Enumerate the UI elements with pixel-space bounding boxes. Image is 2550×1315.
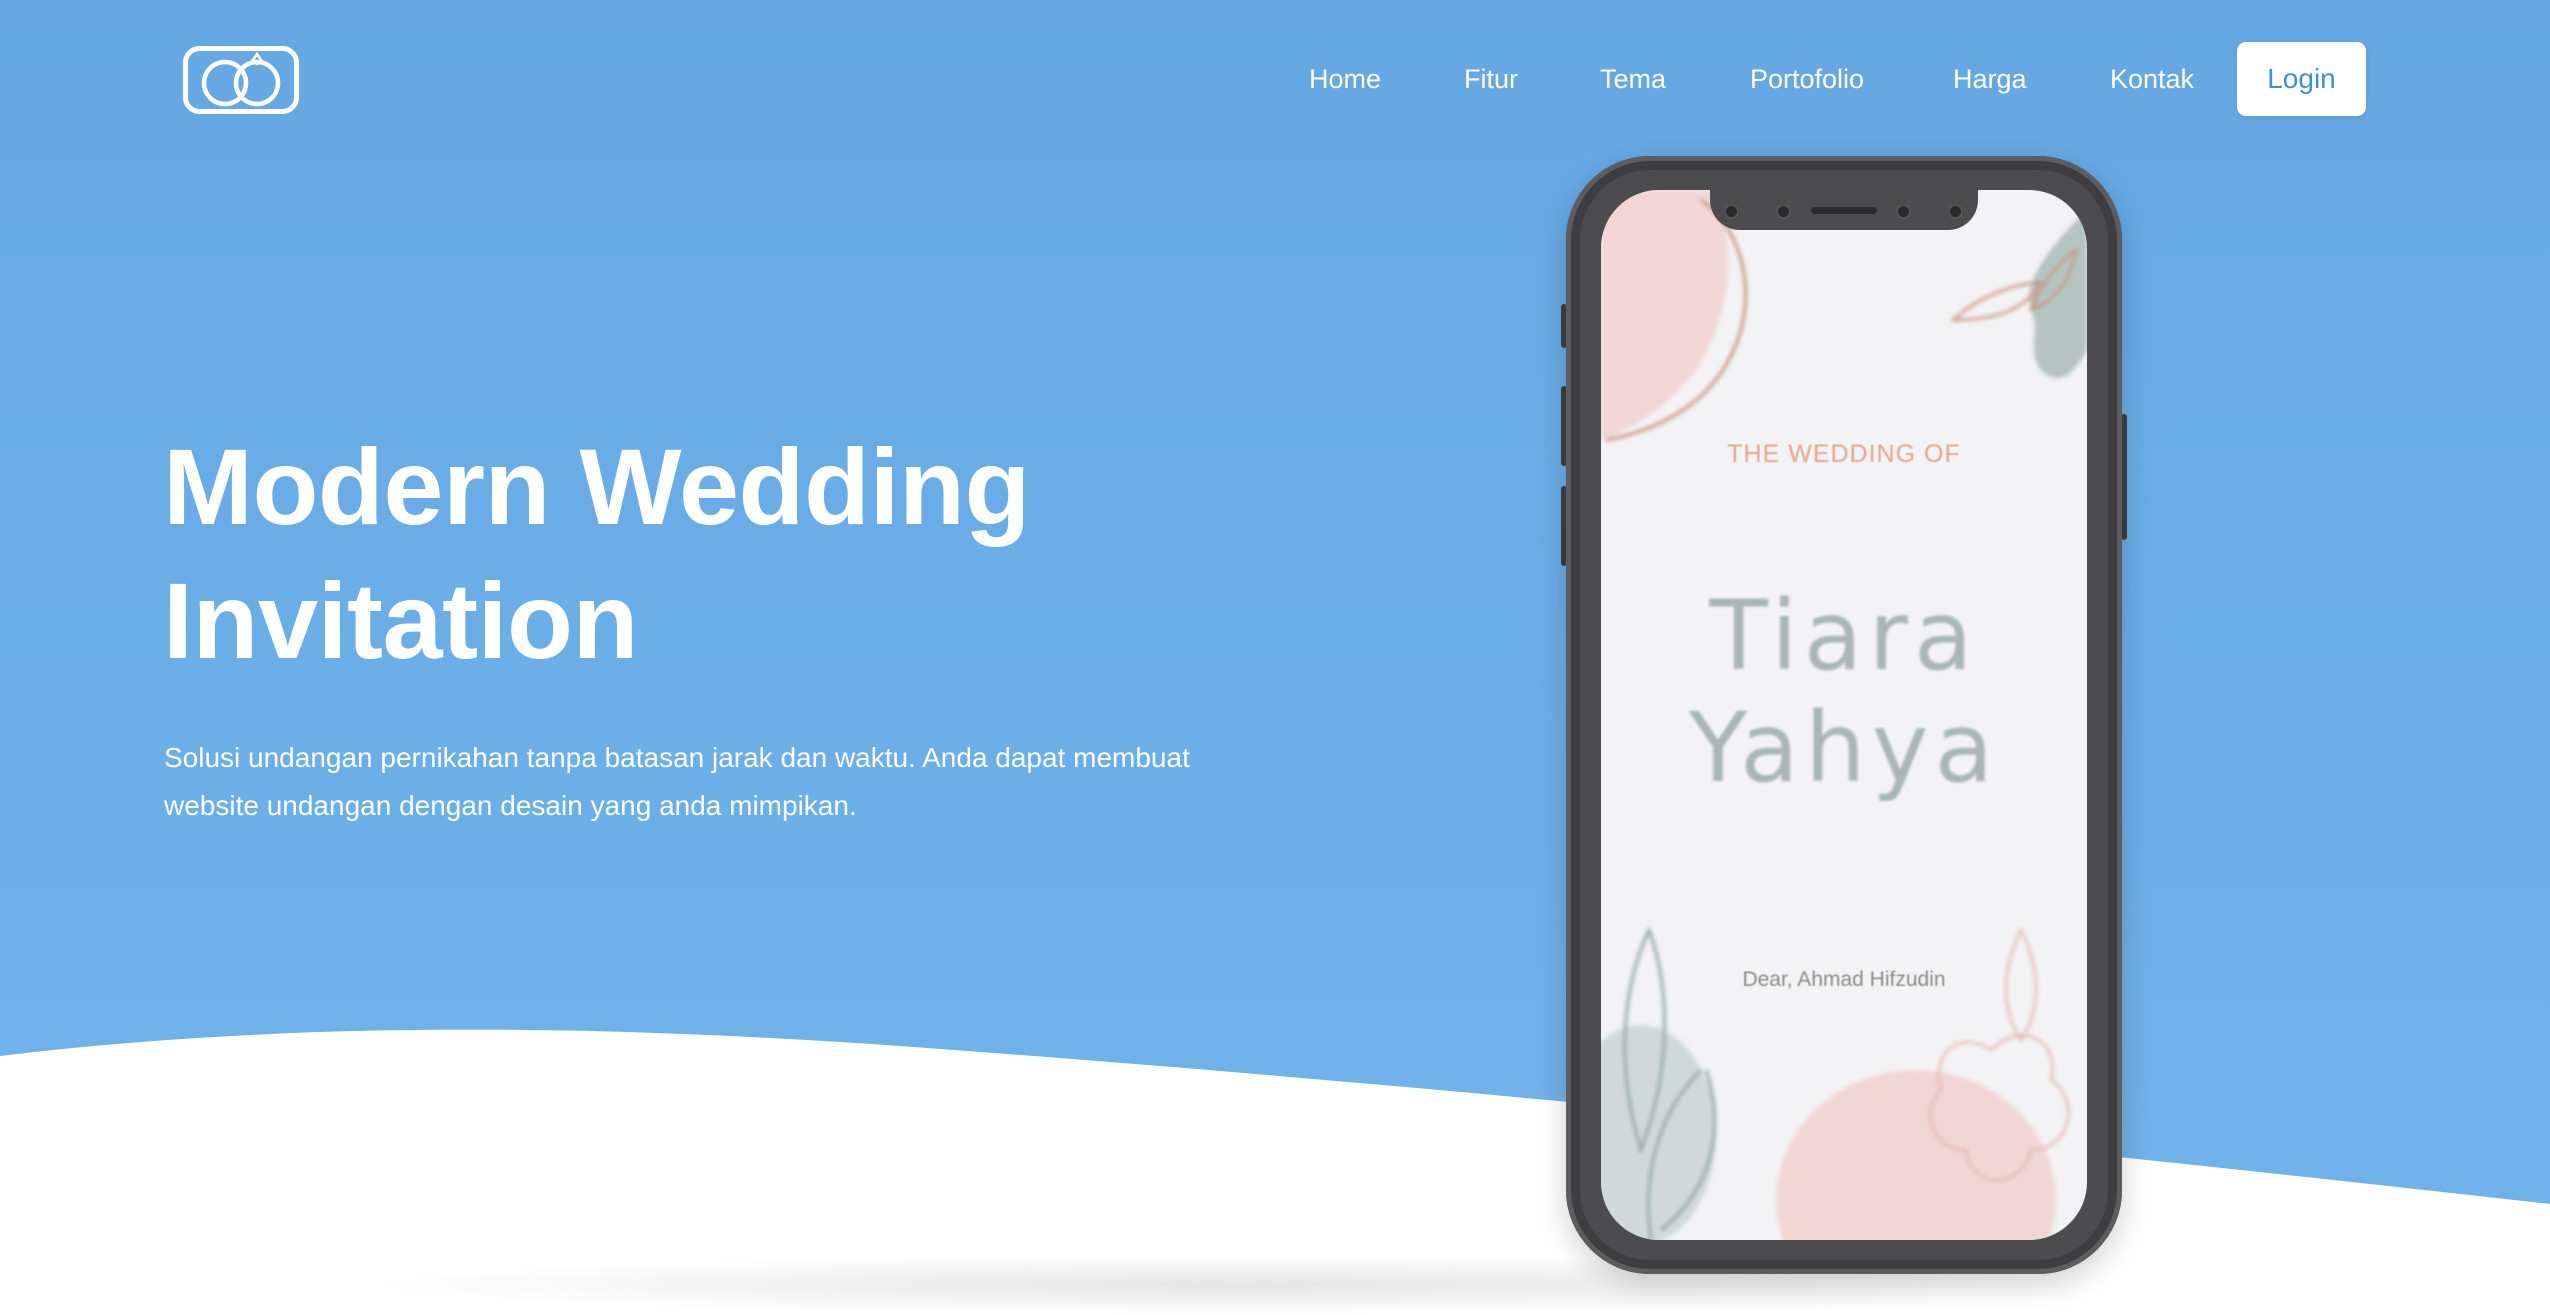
hero-subtitle-line-2: website undangan dengan desain yang anda… bbox=[164, 790, 857, 821]
invitation-name-1: Tiara bbox=[1709, 580, 1979, 692]
rings-logo-icon[interactable] bbox=[183, 46, 299, 114]
phone-notch bbox=[1710, 190, 1978, 230]
hero-title-line-1: Modern Wedding bbox=[163, 426, 1030, 547]
nav-kontak[interactable]: Kontak bbox=[2110, 42, 2194, 116]
front-camera-icon bbox=[1896, 204, 1911, 219]
sensor-dot-icon bbox=[1948, 204, 1963, 219]
nav-fitur[interactable]: Fitur bbox=[1464, 42, 1518, 116]
sensor-dot-icon bbox=[1776, 204, 1791, 219]
hero-title-line-2: Invitation bbox=[163, 560, 639, 681]
hero-subtitle-line-1: Solusi undangan pernikahan tanpa batasan… bbox=[164, 742, 1190, 773]
nav-tema[interactable]: Tema bbox=[1600, 42, 1666, 116]
phone-mockup: THE WEDDING OF Tiara Yahya Dear, Ahmad H… bbox=[1561, 156, 2127, 1274]
nav-harga[interactable]: Harga bbox=[1953, 42, 2027, 116]
hero-title: Modern Wedding Invitation bbox=[163, 420, 1163, 688]
phone-speaker-grille bbox=[1811, 207, 1877, 214]
hero-subtitle: Solusi undangan pernikahan tanpa batasan… bbox=[164, 734, 1264, 830]
invitation-eyebrow: THE WEDDING OF bbox=[1727, 440, 1961, 468]
nav-portofolio[interactable]: Portofolio bbox=[1750, 42, 1864, 116]
login-button[interactable]: Login bbox=[2237, 42, 2366, 116]
sensor-dot-icon bbox=[1724, 204, 1739, 219]
invitation-guest-line: Dear, Ahmad Hifzudin bbox=[1742, 968, 1946, 991]
nav-home[interactable]: Home bbox=[1309, 42, 1381, 116]
invitation-preview-screen: THE WEDDING OF Tiara Yahya Dear, Ahmad H… bbox=[1601, 190, 2087, 1240]
invitation-couple-names: Tiara Yahya bbox=[1601, 580, 2087, 804]
invitation-name-2: Yahya bbox=[1688, 692, 2000, 804]
